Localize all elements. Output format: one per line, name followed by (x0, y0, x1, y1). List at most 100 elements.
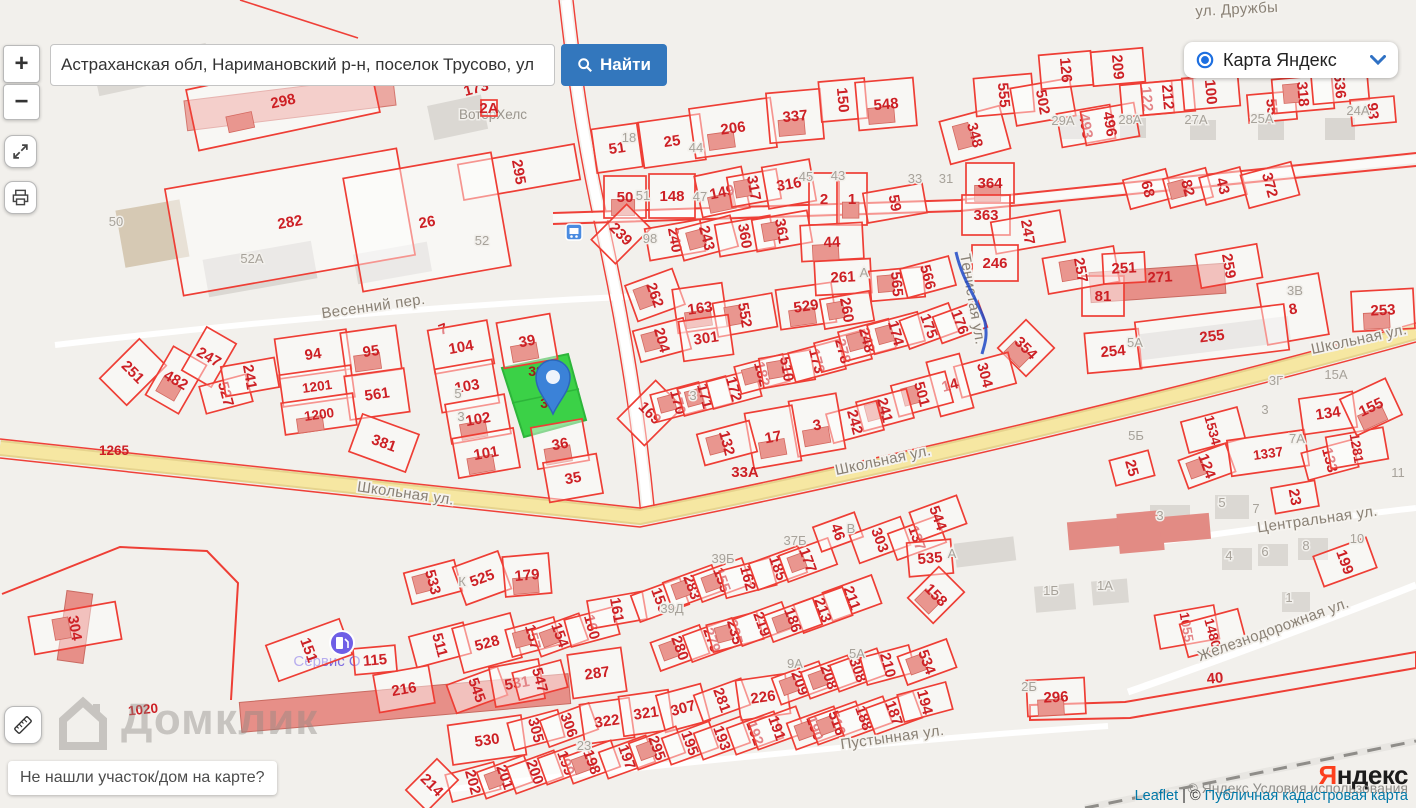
layer-switcher-label: Карта Яндекс (1223, 49, 1337, 70)
parcel[interactable]: 535 (905, 538, 955, 578)
address-label: 4 (1225, 548, 1232, 563)
address-label: 3 (1156, 508, 1163, 523)
find-button[interactable]: Найти (561, 44, 667, 86)
address-label: 3 (457, 409, 464, 424)
parcel[interactable]: 26 (342, 151, 512, 293)
address-label: 1 (1285, 590, 1292, 605)
parcel-number: 296 (1043, 688, 1069, 706)
parcel[interactable]: 1265 (99, 443, 130, 458)
help-link[interactable]: Не нашли участок/дом на карте? (8, 761, 277, 795)
parcel-number: 246 (982, 255, 1007, 272)
parcel[interactable]: 301 (677, 313, 735, 363)
parcel-number: 555 (994, 82, 1013, 108)
parcel[interactable]: 214 (404, 757, 460, 808)
parcel-number: 561 (363, 384, 390, 404)
parcel[interactable]: 179 (501, 552, 553, 598)
parcel[interactable]: 2А (479, 99, 499, 117)
address-label: 9А (787, 656, 803, 671)
cadastre-link[interactable]: Публичная кадастровая карта (1205, 788, 1408, 804)
address-label: 5А (1127, 335, 1143, 350)
address-label: 39Д (660, 601, 683, 616)
fullscreen-button[interactable] (4, 135, 37, 168)
parcel-number: 1020 (127, 700, 158, 718)
parcel-number: 25 (663, 132, 682, 151)
parcel[interactable]: 40 (1206, 669, 1224, 687)
parcel[interactable]: 381 (347, 412, 421, 474)
leaflet-link[interactable]: Leaflet (1135, 788, 1179, 804)
parcel[interactable]: 126 (1037, 49, 1095, 91)
attribution: Яндекс © Яндекс Условия использования Le… (1134, 762, 1409, 804)
parcel[interactable]: 287 (566, 646, 628, 700)
parcel-number: 253 (1370, 301, 1396, 319)
address-label: 25А (1250, 111, 1273, 126)
parcel[interactable]: 337 (765, 87, 825, 145)
parcel[interactable]: 304 (27, 600, 123, 656)
parcel[interactable]: 255 (1133, 303, 1291, 369)
parcel[interactable]: 194 (896, 680, 954, 724)
parcel[interactable]: 1020 (127, 700, 158, 718)
parcel[interactable]: 100 (1180, 72, 1242, 112)
parcel[interactable]: 35 (541, 452, 605, 504)
address-label: 15А (1324, 367, 1347, 382)
parcel-number: 39 (517, 332, 536, 352)
parcel[interactable]: 548 (854, 76, 918, 132)
parcel[interactable]: 59 (861, 182, 929, 224)
address-label: 5 (1218, 495, 1225, 510)
parcel-number: 23 (1285, 487, 1305, 506)
parcel[interactable]: 372 (1239, 160, 1301, 210)
address-label: 47 (693, 189, 707, 204)
zoom-out-button[interactable]: − (3, 84, 40, 120)
address-label: 3В (1287, 283, 1303, 298)
parcel[interactable]: 271 (1147, 268, 1173, 286)
parcel-number: 150 (833, 87, 852, 113)
parcel-number: 50 (617, 189, 634, 206)
parcel[interactable]: 25 (1108, 449, 1156, 487)
map-canvas[interactable]: Сервис ОВотерХелс 2982А17329528226512520… (0, 0, 1416, 808)
parcel-number: 134 (1314, 403, 1342, 423)
parcel-number: 212 (1158, 84, 1177, 110)
parcel-number: 163 (686, 298, 713, 318)
address-label: А (860, 265, 869, 280)
parcel[interactable]: 124 (1177, 442, 1237, 490)
address-label: 51 (636, 188, 650, 203)
parcel[interactable]: 23 (1270, 479, 1320, 515)
parcel[interactable]: 246 (971, 244, 1019, 282)
address-label: 5А (849, 646, 865, 661)
fuel-icon[interactable] (329, 630, 355, 656)
zoom-in-button[interactable]: + (3, 45, 40, 83)
parcel-number: 1265 (99, 443, 130, 458)
address-label: 43 (831, 168, 845, 183)
parcel[interactable]: 316 (760, 158, 818, 210)
parcel-number: 206 (719, 118, 746, 138)
parcel-number: 33А (731, 464, 759, 481)
parcel[interactable]: 132 (695, 419, 759, 467)
parcel-number: 179 (514, 566, 540, 585)
chevron-down-icon (1370, 55, 1386, 65)
parcel[interactable]: 44 (799, 221, 865, 263)
bus-stop-icon[interactable] (565, 223, 583, 241)
parcel[interactable]: 33А (731, 464, 759, 481)
search-input[interactable] (50, 44, 555, 86)
address-label: 52 (475, 233, 489, 248)
parcel-number: 301 (692, 328, 719, 348)
address-label: 8 (1302, 538, 1309, 553)
print-button[interactable] (4, 181, 37, 214)
parcel[interactable]: 209 (1089, 46, 1147, 88)
parcel-number: 26 (417, 213, 436, 233)
parcel[interactable]: 544 (908, 494, 968, 542)
layer-switcher[interactable]: Карта Яндекс (1184, 42, 1398, 78)
address-label: 7 (1252, 501, 1259, 516)
measure-button[interactable] (4, 706, 42, 744)
parcel-number: 318 (1293, 81, 1312, 107)
parcel[interactable]: 148 (648, 173, 696, 219)
parcel[interactable]: 115 (352, 644, 398, 676)
parcel-number: 17 (763, 428, 782, 448)
parcel[interactable]: 566 (898, 254, 958, 300)
parcel-number: 81 (1095, 288, 1112, 305)
printer-icon (12, 189, 29, 206)
parcel[interactable]: 259 (1194, 242, 1264, 290)
address-label: 52А (240, 251, 263, 266)
address-label: 29А (1051, 113, 1074, 128)
parcel[interactable]: 241 (219, 356, 281, 398)
parcel[interactable]: 251 (1101, 251, 1147, 285)
